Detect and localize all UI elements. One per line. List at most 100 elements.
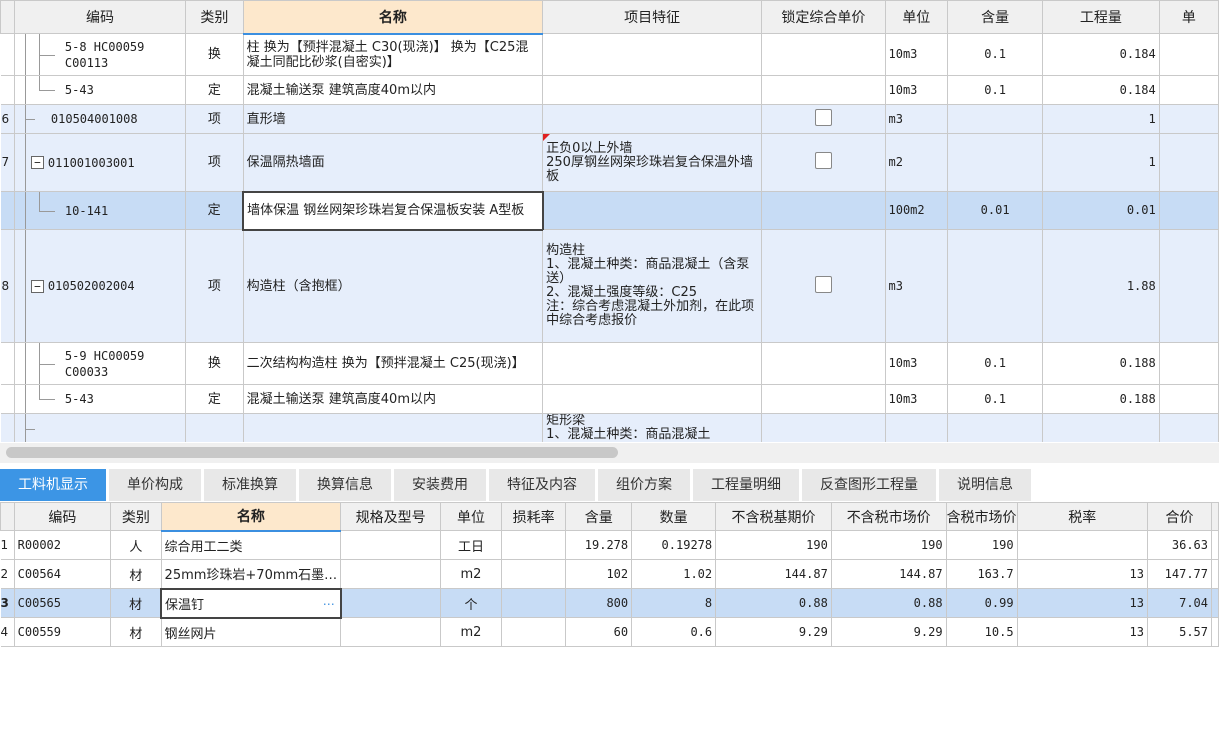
tab-10[interactable]: 说明信息 [939, 469, 1034, 501]
code-cell[interactable]: C00564 [13, 559, 112, 589]
spec-cell[interactable] [340, 617, 442, 647]
spec-cell[interactable] [340, 559, 442, 589]
unit-cell[interactable]: 100m2 [884, 191, 949, 230]
type-cell[interactable]: 换 [185, 342, 244, 385]
loss-rate-cell[interactable] [500, 588, 567, 618]
top-table-row[interactable]: 8−010502002004 项构造柱（含抱框） 构造柱 1、混凝土种类：商品混凝土… [0, 229, 1219, 343]
lock-price-cell[interactable] [761, 342, 886, 385]
tax-rate-cell[interactable]: 13 [1016, 617, 1148, 647]
bottom-table-row[interactable]: 2 C00564 材 25mm珍珠岩+70mm石墨… m2 102 1.02 144.87 14… [0, 559, 1219, 589]
lock-price-cell[interactable] [761, 33, 886, 76]
price-cell[interactable] [1158, 413, 1219, 442]
bottom-col-header[interactable]: 数量 [631, 502, 717, 531]
tab-8[interactable]: 工程量明细 [693, 469, 802, 501]
name-cell[interactable]: 混凝土输送泵 建筑高度40m以内 [242, 384, 544, 414]
tax-market-price-cell[interactable]: 0.99 [945, 588, 1018, 618]
qty-cell[interactable] [947, 133, 1044, 192]
qty-cell[interactable]: 0.1 [947, 75, 1044, 105]
lock-price-cell[interactable] [761, 133, 886, 192]
code-cell[interactable]: C00559 [13, 617, 112, 647]
amount-cell[interactable]: 0.01 [1042, 191, 1160, 230]
type-cell[interactable]: 人 [110, 530, 162, 560]
unit-cell[interactable]: 个 [440, 588, 502, 618]
base-price-cell[interactable]: 0.88 [715, 588, 832, 618]
code-cell[interactable]: 5-43 [13, 75, 187, 105]
bottom-col-header[interactable]: 名称 [160, 502, 342, 532]
qty-cell[interactable]: 0.1 [947, 384, 1044, 414]
total-price-cell[interactable]: 147.77 [1146, 559, 1213, 589]
bottom-col-header[interactable]: 含税市场价 [945, 502, 1018, 531]
name-cell[interactable]: 墙体保温 钢丝网架珍珠岩复合保温板安装 A型板 [242, 190, 544, 231]
price-cell[interactable] [1158, 133, 1219, 192]
amount-cell[interactable]: 1 [1042, 104, 1160, 134]
qty-cell[interactable] [947, 413, 1044, 442]
lock-price-checkbox[interactable] [814, 108, 832, 126]
unit-cell[interactable]: m2 [440, 617, 502, 647]
market-price-cell[interactable]: 9.29 [830, 617, 947, 647]
top-table-row[interactable]: 7−011001003001 项保温隔热墙面 正负0以上外墙 250厚钢丝网架珍珠岩… [0, 133, 1219, 192]
base-price-cell[interactable]: 144.87 [715, 559, 832, 589]
name-cell[interactable]: 25mm珍珠岩+70mm石墨… [160, 559, 342, 589]
top-col-header[interactable]: 项目特征 [542, 0, 763, 34]
qty-cell[interactable] [947, 104, 1044, 134]
qty-cell[interactable]: 0.1 [947, 342, 1044, 385]
unit-cell[interactable]: 工日 [440, 530, 502, 560]
unit-cell[interactable]: 10m3 [884, 33, 949, 76]
feature-cell[interactable]: 矩形梁 1、混凝土种类：商品混凝土 [542, 413, 763, 442]
top-col-header[interactable]: 工程量 [1042, 0, 1160, 34]
market-price-cell[interactable]: 144.87 [830, 559, 947, 589]
horizontal-scrollbar[interactable] [0, 443, 1219, 463]
unit-cell[interactable]: 10m3 [884, 384, 949, 414]
type-cell[interactable]: 材 [110, 588, 162, 618]
top-col-header[interactable]: 编码 [13, 0, 187, 34]
qty-cell[interactable]: 0.1 [947, 33, 1044, 76]
price-cell[interactable] [1158, 342, 1219, 385]
bottom-col-header[interactable]: 含量 [565, 502, 633, 531]
qty-cell[interactable]: 0.01 [947, 191, 1044, 230]
bottom-table-row[interactable]: 3 C00565 材 保温钉 … 个 800 8 0.88 0.88 0.99 13 7.04 [0, 587, 1219, 619]
feature-cell[interactable] [542, 342, 763, 385]
bottom-table-row[interactable]: 4 C00559 材 钢丝网片 m2 60 0.6 9.29 9.29 10.5 13 5.57 [0, 617, 1219, 647]
lock-price-cell[interactable] [761, 191, 886, 230]
type-cell[interactable]: 换 [185, 33, 244, 76]
code-cell[interactable]: R00002 [13, 530, 112, 560]
unit-cell[interactable]: 10m3 [884, 75, 949, 105]
feature-cell[interactable]: 构造柱 1、混凝土种类：商品混凝土（含泵送） 2、混凝土强度等级：C25 注：综… [542, 229, 763, 343]
top-table-row[interactable]: 10-141 定墙体保温 钢丝网架珍珠岩复合保温板安装 A型板 100m2 0.01 0… [0, 190, 1219, 231]
code-cell[interactable]: 5-9 HC00059 C00033 [13, 342, 187, 385]
amount-cell[interactable]: 0.188 [1042, 342, 1160, 385]
type-cell[interactable]: 项 [185, 229, 244, 343]
count-cell[interactable]: 1.02 [631, 559, 717, 589]
tax-rate-cell[interactable] [1016, 530, 1148, 560]
feature-cell[interactable]: 正负0以上外墙 250厚钢丝网架珍珠岩复合保温外墙板 [542, 133, 763, 192]
tab-1[interactable]: 工料机显示 [0, 469, 109, 501]
lock-price-cell[interactable] [761, 104, 886, 134]
code-cell[interactable]: −010502002004 [13, 229, 187, 343]
feature-cell[interactable] [542, 104, 763, 134]
bottom-col-header[interactable]: 编码 [13, 502, 112, 531]
spec-cell[interactable] [340, 530, 442, 560]
top-col-header[interactable]: 含量 [947, 0, 1044, 34]
name-cell[interactable]: 二次结构构造柱 换为【预拌混凝土 C25(现浇)】 [242, 342, 544, 385]
feature-cell[interactable] [542, 75, 763, 105]
unit-cell[interactable] [884, 413, 949, 442]
tab-9[interactable]: 反查图形工程量 [802, 469, 939, 501]
content-cell[interactable]: 60 [565, 617, 633, 647]
name-cell[interactable]: 综合用工二类 [160, 530, 342, 560]
price-cell[interactable] [1158, 33, 1219, 76]
lock-price-checkbox[interactable] [814, 275, 832, 293]
bottom-col-header[interactable]: 合价 [1146, 502, 1213, 531]
name-cell[interactable]: 保温钉… [160, 587, 342, 619]
name-cell[interactable]: 混凝土输送泵 建筑高度40m以内 [242, 75, 544, 105]
tab-3[interactable]: 标准换算 [204, 469, 299, 501]
tab-7[interactable]: 组价方案 [598, 469, 693, 501]
type-cell[interactable]: 项 [185, 104, 244, 134]
price-cell[interactable] [1158, 229, 1219, 343]
amount-cell[interactable]: 0.184 [1042, 75, 1160, 105]
lock-price-cell[interactable] [761, 413, 886, 442]
code-cell[interactable]: 10-141 [13, 191, 187, 230]
base-price-cell[interactable]: 9.29 [715, 617, 832, 647]
loss-rate-cell[interactable] [500, 617, 567, 647]
tax-rate-cell[interactable]: 13 [1016, 588, 1148, 618]
price-cell[interactable] [1158, 104, 1219, 134]
